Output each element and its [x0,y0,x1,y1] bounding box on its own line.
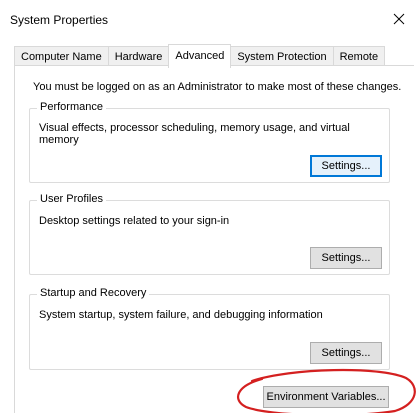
window-title: System Properties [10,13,109,27]
tab-system-protection[interactable]: System Protection [230,46,334,67]
tab-advanced[interactable]: Advanced [168,44,232,68]
user-profiles-description: Desktop settings related to your sign-in [39,215,230,227]
user-profiles-group-title: User Profiles [37,193,106,205]
admin-note: You must be logged on as an Administrato… [33,81,402,93]
tab-strip: Computer Name Hardware Advanced System P… [14,44,386,68]
startup-recovery-settings-button[interactable]: Settings... [310,342,382,364]
startup-recovery-group: Startup and Recovery System startup, sys… [29,287,390,370]
tab-remote[interactable]: Remote [332,46,386,67]
performance-group-title: Performance [37,101,106,113]
tab-computer-name[interactable]: Computer Name [14,46,109,67]
close-icon [393,13,405,25]
startup-recovery-group-title: Startup and Recovery [37,287,150,299]
environment-variables-button[interactable]: Environment Variables... [263,386,389,408]
title-bar: System Properties [0,0,418,38]
performance-settings-button[interactable]: Settings... [310,155,382,177]
system-properties-window: System Properties Computer Name Hardware… [0,0,418,413]
close-button[interactable] [388,8,410,30]
performance-group: Performance Visual effects, processor sc… [29,101,390,183]
startup-recovery-description: System startup, system failure, and debu… [39,309,323,321]
user-profiles-settings-button[interactable]: Settings... [310,247,382,269]
user-profiles-group: User Profiles Desktop settings related t… [29,193,390,275]
tab-hardware[interactable]: Hardware [107,46,170,67]
performance-description: Visual effects, processor scheduling, me… [39,122,350,146]
